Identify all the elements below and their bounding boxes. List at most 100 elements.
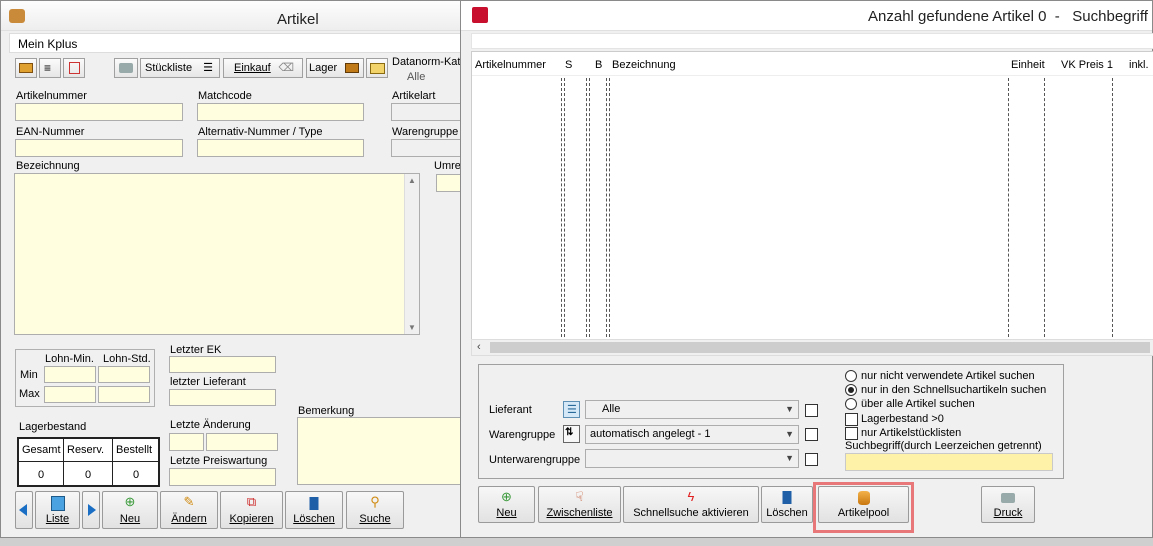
suche-button[interactable]: ⚲ Suche [346,491,404,529]
lohn-min-label: Lohn-Min. [45,353,94,365]
lagerbestand-checkbox-label[interactable]: Lagerbestand >0 [861,413,944,425]
printer-icon [1001,493,1015,503]
search-window: Anzahl gefundene Artikel 0 - Suchbegriff… [460,0,1153,538]
artikelnummer-input[interactable] [15,103,183,121]
col-einheit[interactable]: Einheit [1011,59,1045,71]
warengruppe-select[interactable]: automatisch angelegt - 1 ▼ [585,425,799,444]
letzter-ek-input[interactable] [169,356,276,373]
alternativ-input[interactable] [197,139,364,157]
toolbar-text-button[interactable]: ≡ [39,58,61,78]
scroll-left-icon[interactable]: ‹ [477,341,481,353]
bezeichnung-textarea[interactable]: ▲ ▼ [14,173,420,335]
warengruppe-checkbox[interactable] [805,428,818,441]
sort-button[interactable]: ⇅ [563,425,580,443]
database-icon [857,491,870,505]
artikel-window: Artikel Mein Kplus ≡ Stückliste ☰ Einkau… [0,0,470,538]
radio-alle-artikel[interactable] [845,398,857,410]
cart-icon: ⌫ [278,62,294,74]
toolbar-print-button[interactable] [114,58,138,78]
book-icon [19,63,33,73]
col-vk-preis[interactable]: VK Preis 1 [1061,59,1113,71]
grid-hscrollbar[interactable]: ‹ [471,339,1153,356]
letzter-lieferant-input[interactable] [169,389,276,406]
box-icon [345,63,359,73]
grid-header: Artikelnummer S B Bezeichnung Einheit VK… [472,52,1153,76]
artikelstuecklisten-label[interactable]: nur Artikelstücklisten [861,427,961,439]
search-loeschen-button[interactable]: Löschen [761,486,813,523]
ean-input[interactable] [15,139,183,157]
neu-button[interactable]: ⊕ Neu [102,491,158,529]
stueckliste-button[interactable]: Stückliste ☰ [140,58,220,78]
liste-button[interactable]: Liste [35,491,80,529]
lohn-min-min-input[interactable] [44,366,96,383]
matchcode-input[interactable] [197,103,364,121]
lagerbestand-label: Lagerbestand [19,421,87,433]
lager-value-gesamt: 0 [38,469,45,481]
lohn-std-min-input[interactable] [98,366,150,383]
artikelart-select[interactable] [391,103,461,121]
bemerkung-textarea[interactable] [297,417,465,485]
kopieren-button[interactable]: ⧉ Kopieren [220,491,283,529]
copy-icon: ⧉ [246,494,257,509]
lieferant-checkbox[interactable] [805,404,818,417]
radio-schnellsuchartikel[interactable] [845,384,857,396]
radio-alle-artikel-label[interactable]: über alle Artikel suchen [861,398,975,410]
new-document-icon: ⊕ [501,489,512,504]
hscroll-thumb[interactable] [490,342,1150,353]
bezeichnung-label: Bezeichnung [16,160,80,172]
zwischenliste-button[interactable]: ☟ Zwischenliste [538,486,621,523]
taskbar-strip [0,538,1153,546]
radio-nicht-verwendete[interactable] [845,370,857,382]
suchbegriff-input[interactable] [845,453,1053,471]
druck-button[interactable]: Druck [981,486,1035,523]
letzte-preiswartung-label: Letzte Preiswartung [170,455,268,467]
lohn-min-max-input[interactable] [44,386,96,403]
unterwarengruppe-checkbox[interactable] [805,453,818,466]
schnellsuche-label: Schnellsuche aktivieren [633,507,749,519]
search-title: Anzahl gefundene Artikel 0 - Suchbegriff [868,8,1148,25]
results-grid[interactable]: Artikelnummer S B Bezeichnung Einheit VK… [471,51,1153,343]
aendern-button[interactable]: ✎ Ändern [160,491,218,529]
toolbar-list-button[interactable] [63,58,85,78]
schnellsuche-button[interactable]: ϟ Schnellsuche aktivieren [623,486,759,523]
letzter-lieferant-label: letzter Lieferant [170,376,246,388]
search-neu-button[interactable]: ⊕ Neu [478,486,535,523]
app-icon [9,9,25,23]
loeschen-button[interactable]: Löschen [285,491,343,529]
col-artikelnummer[interactable]: Artikelnummer [475,59,546,71]
letzte-preiswartung-input[interactable] [169,468,276,486]
radio-schnellsuchartikel-label[interactable]: nur in den Schnellsuchartikeln suchen [861,384,1046,396]
chevron-down-icon: ▼ [785,453,794,463]
col-b[interactable]: B [595,59,602,71]
col-bezeichnung[interactable]: Bezeichnung [612,59,676,71]
toolbar-book-button[interactable] [15,58,37,78]
artikelstuecklisten-checkbox[interactable] [845,427,858,440]
einkauf-button[interactable]: Einkauf ⌫ [223,58,303,78]
prev-button[interactable] [15,491,33,529]
unterwarengruppe-label: Unterwarengruppe [489,454,581,466]
letzte-aenderung-user-input[interactable] [206,433,278,451]
artikelpool-button[interactable]: Artikelpool [818,486,909,523]
menubar: Mein Kplus [9,33,465,53]
artikelpool-label: Artikelpool [837,507,890,519]
lieferant-list-button[interactable]: ☰ [563,401,580,418]
list-icon: ☰ [567,404,577,416]
col-s[interactable]: S [565,59,572,71]
lagerbestand-table: Gesamt Reserv. Bestellt 0 0 0 [17,437,160,487]
unterwarengruppe-select[interactable]: ▼ [585,449,799,468]
lagerbestand-checkbox[interactable] [845,413,858,426]
bezeichnung-scrollbar[interactable]: ▲ ▼ [404,174,419,334]
next-button[interactable] [82,491,100,529]
lager-header-gesamt: Gesamt [22,444,61,456]
col-inkl[interactable]: inkl. [1129,59,1149,71]
lieferant-select[interactable]: Alle ▼ [585,400,799,419]
letzte-aenderung-date-input[interactable] [169,433,204,451]
lohn-std-max-input[interactable] [98,386,150,403]
folder-button[interactable] [366,58,388,78]
warengruppe-select[interactable] [391,139,461,157]
menu-mein-kplus[interactable]: Mein Kplus [18,37,77,51]
search-titlebar: Anzahl gefundene Artikel 0 - Suchbegriff [461,1,1152,31]
radio-nicht-verwendete-label[interactable]: nur nicht verwendete Artikel suchen [861,370,1035,382]
arrow-right-icon [88,504,96,516]
lager-button[interactable]: Lager [306,58,364,78]
